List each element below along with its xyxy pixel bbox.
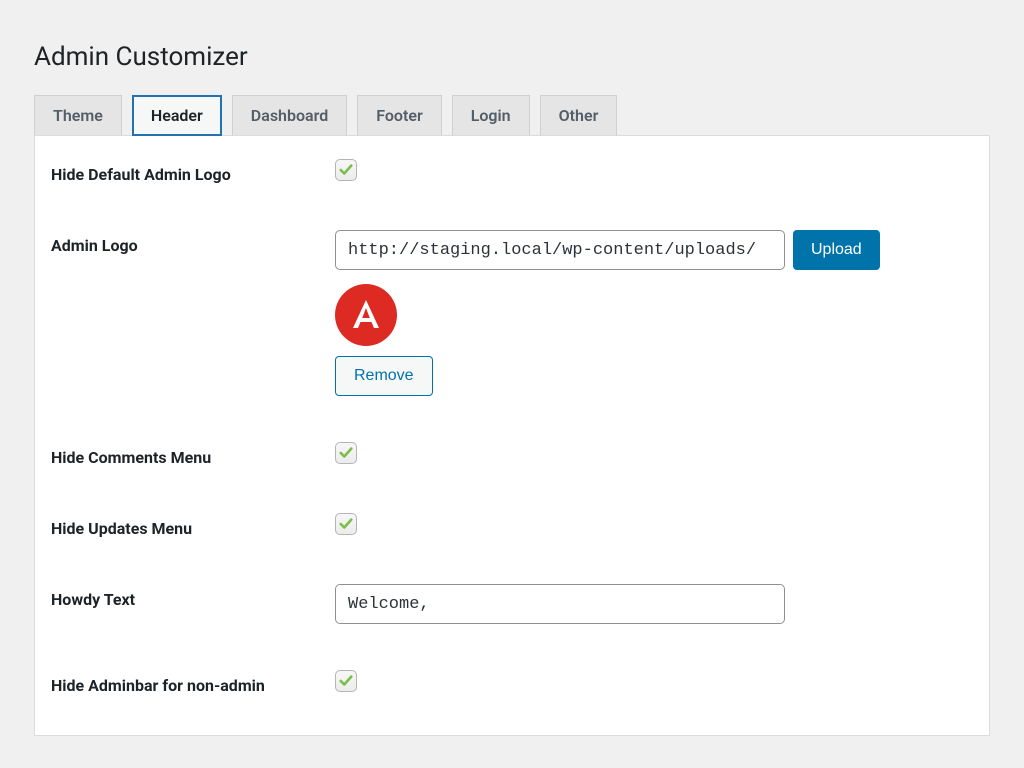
tab-dashboard[interactable]: Dashboard — [232, 95, 347, 136]
admin-logo-url-input[interactable] — [335, 230, 785, 270]
check-icon — [339, 446, 353, 460]
check-icon — [339, 163, 353, 177]
tab-other[interactable]: Other — [540, 95, 618, 136]
remove-button[interactable]: Remove — [335, 356, 433, 396]
tab-footer[interactable]: Footer — [357, 95, 441, 136]
label-hide-adminbar: Hide Adminbar for non-admin — [51, 670, 335, 695]
howdy-text-input[interactable] — [335, 584, 785, 624]
tab-header[interactable]: Header — [132, 95, 222, 136]
settings-panel: Hide Default Admin Logo Admin Logo Uploa… — [34, 135, 990, 736]
check-icon — [339, 517, 353, 531]
label-howdy-text: Howdy Text — [51, 584, 335, 609]
admin-logo-preview — [335, 284, 973, 346]
label-hide-comments: Hide Comments Menu — [51, 442, 335, 467]
tab-theme[interactable]: Theme — [34, 95, 122, 136]
checkbox-hide-adminbar[interactable] — [335, 670, 357, 692]
label-admin-logo: Admin Logo — [51, 230, 335, 255]
checkbox-hide-comments[interactable] — [335, 442, 357, 464]
page-title: Admin Customizer — [34, 42, 990, 72]
check-icon — [339, 674, 353, 688]
checkbox-hide-updates[interactable] — [335, 513, 357, 535]
label-hide-default-logo: Hide Default Admin Logo — [51, 159, 335, 184]
checkbox-hide-default-logo[interactable] — [335, 159, 357, 181]
tab-bar: Theme Header Dashboard Footer Login Othe… — [34, 94, 990, 136]
upload-button[interactable]: Upload — [793, 230, 880, 270]
logo-icon — [335, 284, 397, 346]
tab-login[interactable]: Login — [452, 95, 530, 136]
label-hide-updates: Hide Updates Menu — [51, 513, 335, 538]
